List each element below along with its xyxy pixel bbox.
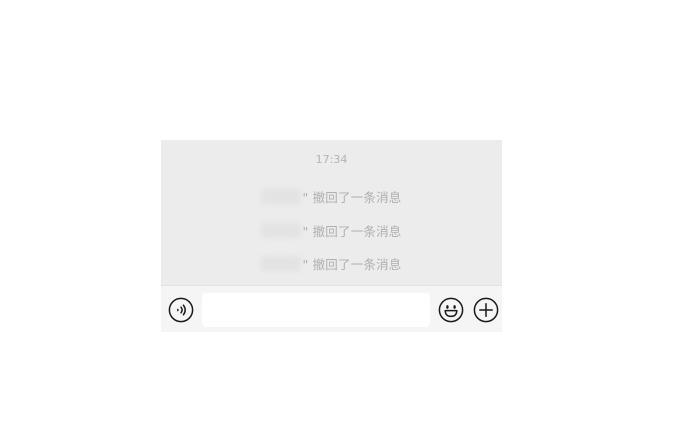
- message-timestamp: 17:34: [315, 153, 348, 166]
- chat-input-bar: [161, 285, 502, 332]
- emoji-button[interactable]: [438, 297, 464, 323]
- message-area[interactable]: 17:34 " 撤回了一条消息 " 撤回了一条消息 " 撤回了一条消息: [161, 140, 502, 285]
- voice-button[interactable]: [168, 297, 194, 323]
- chat-panel: 17:34 " 撤回了一条消息 " 撤回了一条消息 " 撤回了一条消息: [161, 140, 502, 332]
- recall-notice-text: " 撤回了一条消息: [302, 223, 402, 239]
- blurred-sender-name: [261, 222, 302, 238]
- recall-notice-text: " 撤回了一条消息: [302, 256, 402, 272]
- more-functions-button[interactable]: [473, 297, 499, 323]
- message-input[interactable]: [202, 293, 430, 327]
- voice-wave-icon: [168, 297, 194, 323]
- recall-notice-text: " 撤回了一条消息: [302, 189, 402, 205]
- plus-icon: [473, 297, 499, 323]
- recall-notice: " 撤回了一条消息: [161, 186, 502, 206]
- recall-notice: " 撤回了一条消息: [161, 220, 502, 240]
- recall-notice: " 撤回了一条消息: [161, 253, 502, 273]
- blurred-sender-name: [261, 188, 302, 204]
- blurred-sender-name: [261, 255, 302, 271]
- smiley-face-icon: [438, 297, 464, 323]
